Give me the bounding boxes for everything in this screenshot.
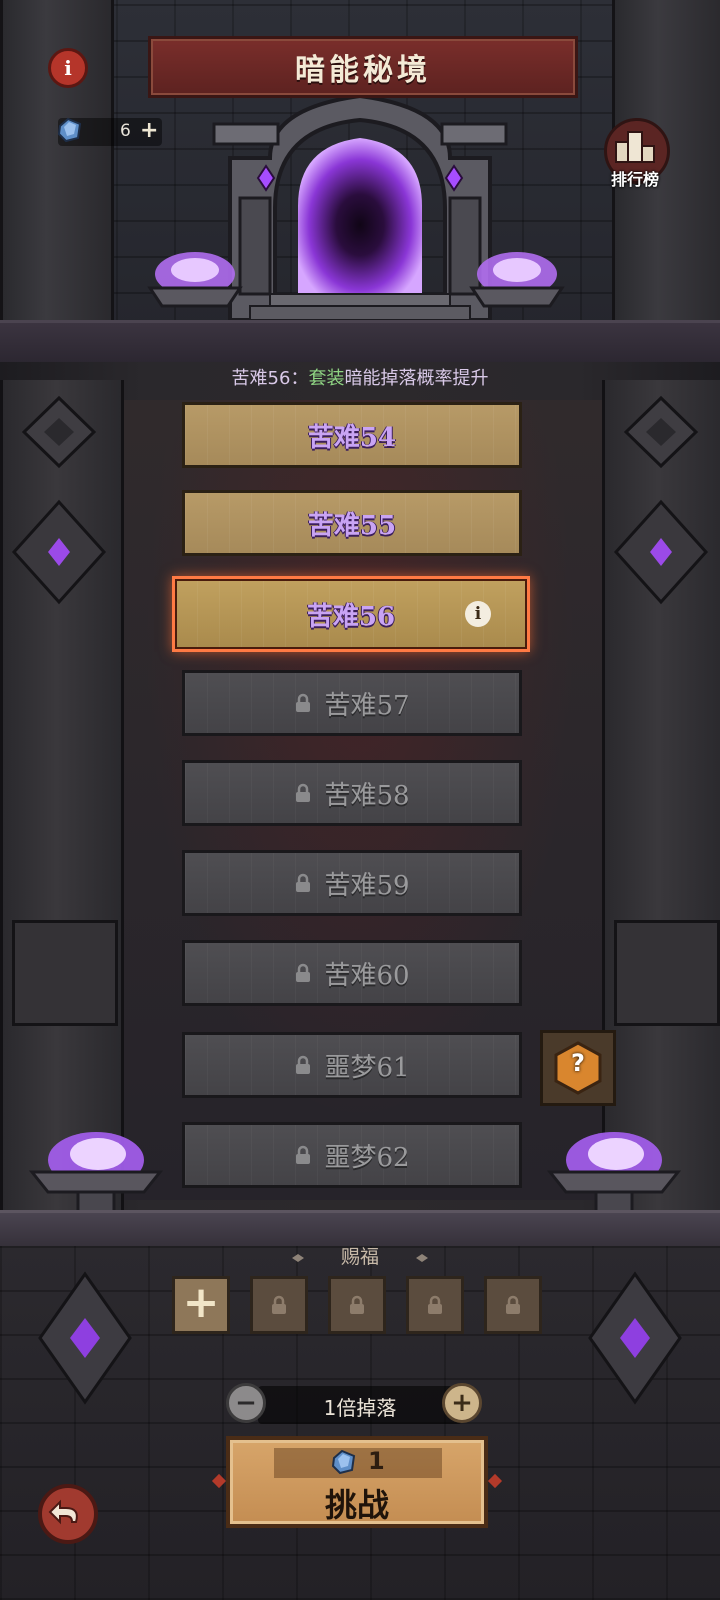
title-banner: 暗能秘境 bbox=[148, 36, 578, 98]
challenge-label: 挑战 bbox=[324, 1486, 389, 1524]
level-info-icon[interactable]: i bbox=[465, 601, 491, 627]
level-label: 苦难57 bbox=[324, 690, 410, 721]
difficulty-hint: 苦难56：套装暗能掉落概率提升 bbox=[0, 364, 720, 390]
blessing-title: 赐福 bbox=[340, 1246, 379, 1268]
lock-icon bbox=[350, 1295, 364, 1314]
level-label: 苦难60 bbox=[324, 960, 410, 991]
back-arrow-icon bbox=[48, 1499, 78, 1525]
mystery-label: ? bbox=[571, 1049, 585, 1077]
level-label: 噩梦62 bbox=[324, 1142, 410, 1173]
game-scene: 暗能秘境 i 6 + 排行榜 苦难56：套装暗能掉落概率提升 苦难54 苦难55… bbox=[0, 0, 720, 1600]
lock-icon bbox=[296, 693, 311, 712]
level-label: 苦难55 bbox=[307, 510, 397, 541]
brazier-left-top bbox=[147, 252, 243, 308]
left-column-ornament bbox=[11, 395, 107, 605]
top-floor-ledge bbox=[0, 320, 720, 368]
hint-highlight: 套装 bbox=[308, 368, 345, 389]
currency-bar: 6 + bbox=[57, 117, 162, 146]
lock-icon bbox=[272, 1295, 286, 1314]
brazier-right bbox=[546, 1132, 682, 1214]
back-button[interactable] bbox=[38, 1484, 98, 1544]
level-item-59[interactable]: 苦难59 bbox=[182, 850, 522, 916]
left-pillar bbox=[0, 0, 114, 320]
drop-multiplier-text: 1倍掉落 bbox=[323, 1396, 397, 1420]
drop-multiplier-bar: 1倍掉落 bbox=[258, 1386, 462, 1424]
blessing-slot-locked[interactable] bbox=[484, 1276, 542, 1334]
left-crystal-ornament bbox=[38, 1271, 132, 1405]
level-item-61[interactable]: 噩梦61 bbox=[182, 1032, 522, 1098]
level-label: 噩梦61 bbox=[324, 1052, 410, 1083]
right-column-ornament bbox=[613, 395, 709, 605]
challenge-button[interactable]: 1 挑战 bbox=[226, 1436, 488, 1528]
challenge-cost: 1 bbox=[368, 1447, 385, 1475]
leaderboard-label: 排行榜 bbox=[610, 170, 659, 189]
left-column-block bbox=[12, 920, 118, 1026]
level-label: 苦难56 bbox=[306, 601, 396, 632]
page-title: 暗能秘境 bbox=[295, 53, 431, 88]
lock-icon bbox=[296, 963, 311, 982]
mystery-reward-button[interactable]: ? bbox=[540, 1030, 616, 1106]
lock-icon bbox=[428, 1295, 442, 1314]
level-label: 苦难58 bbox=[324, 780, 410, 811]
brazier-left bbox=[28, 1132, 164, 1214]
level-item-56-selected[interactable]: 苦难56 i bbox=[172, 576, 530, 652]
level-label: 苦难54 bbox=[307, 422, 397, 453]
lock-icon bbox=[296, 1145, 311, 1164]
right-column-block bbox=[614, 920, 720, 1026]
decrease-multiplier-button[interactable]: − bbox=[226, 1383, 266, 1423]
leaderboard-button[interactable]: 排行榜 bbox=[600, 118, 670, 190]
gem-icon bbox=[331, 1449, 356, 1475]
lock-icon bbox=[296, 873, 311, 892]
level-item-58[interactable]: 苦难58 bbox=[182, 760, 522, 826]
lock-icon bbox=[506, 1295, 520, 1314]
info-icon[interactable]: i bbox=[48, 48, 88, 88]
currency-amount: 6 bbox=[120, 121, 131, 141]
blessing-slot-locked[interactable] bbox=[406, 1276, 464, 1334]
leaderboard-icon bbox=[615, 131, 655, 163]
blessing-add-slot[interactable]: + bbox=[172, 1276, 230, 1334]
level-item-62[interactable]: 噩梦62 bbox=[182, 1122, 522, 1188]
lock-icon bbox=[296, 1055, 311, 1074]
add-currency-button[interactable]: + bbox=[140, 118, 158, 143]
brazier-right-top bbox=[469, 252, 565, 308]
blessing-slot-locked[interactable] bbox=[250, 1276, 308, 1334]
level-item-60[interactable]: 苦难60 bbox=[182, 940, 522, 1006]
level-label: 苦难59 bbox=[324, 870, 410, 901]
hint-suffix: 暗能掉落概率提升 bbox=[344, 368, 489, 389]
lock-icon bbox=[296, 783, 311, 802]
hint-prefix: 苦难56： bbox=[231, 368, 309, 389]
level-item-57[interactable]: 苦难57 bbox=[182, 670, 522, 736]
level-item-54[interactable]: 苦难54 bbox=[182, 402, 522, 468]
increase-multiplier-button[interactable]: + bbox=[442, 1383, 482, 1423]
level-item-55[interactable]: 苦难55 bbox=[182, 490, 522, 556]
blessing-slot-locked[interactable] bbox=[328, 1276, 386, 1334]
challenge-cost-bar bbox=[274, 1448, 442, 1478]
gem-icon bbox=[57, 117, 82, 143]
right-crystal-ornament bbox=[588, 1271, 682, 1405]
add-blessing-icon: + bbox=[182, 1277, 220, 1328]
